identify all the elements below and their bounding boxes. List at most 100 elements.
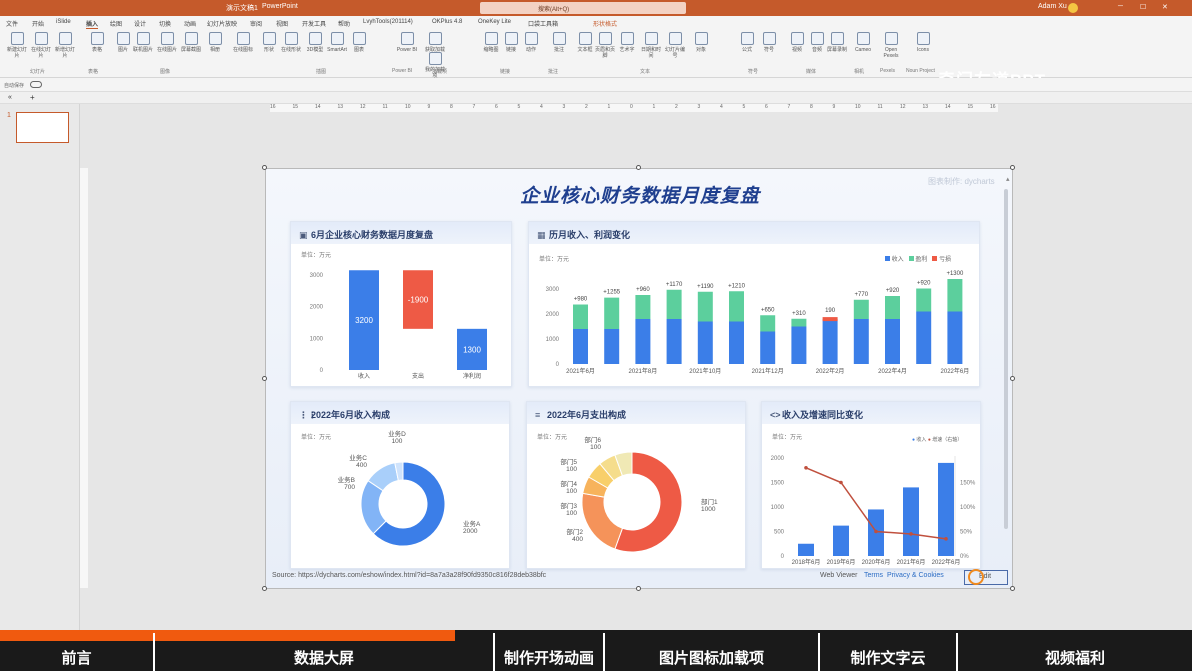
menu-item[interactable]: 审阅: [250, 19, 262, 28]
terms-link[interactable]: Terms: [864, 572, 883, 579]
ribbon-button[interactable]: 相册: [204, 32, 226, 53]
ruler-tick: 5: [742, 104, 746, 110]
ribbon-button[interactable]: 页眉和页脚: [594, 32, 616, 59]
source-link[interactable]: Source: https://dycharts.com/eshow/index…: [272, 572, 546, 579]
maximize-icon[interactable]: ☐: [1140, 3, 1146, 11]
scrollbar[interactable]: [1004, 189, 1008, 529]
chapter-opening-animation[interactable]: 制作开场动画: [495, 647, 603, 668]
chapter-image-addins[interactable]: 图片图标加载项: [605, 647, 818, 668]
resize-handle[interactable]: [636, 165, 641, 170]
ribbon-button[interactable]: 艺术字: [616, 32, 638, 53]
ruler-tick: 4: [720, 104, 723, 110]
ribbon-button[interactable]: 缩略图: [480, 32, 502, 53]
resize-handle[interactable]: [262, 586, 267, 591]
ribbon-button[interactable]: 屏幕截图: [180, 32, 202, 53]
ribbon-button[interactable]: 3D模型: [304, 32, 326, 53]
ribbon-button[interactable]: 动作: [520, 32, 542, 53]
ribbon-button[interactable]: Cameo: [852, 32, 874, 53]
menu-item[interactable]: LvyhTools(201114): [363, 19, 413, 25]
menu-item[interactable]: 帮助: [338, 19, 350, 28]
ribbon-button[interactable]: 在线幻灯片: [30, 32, 52, 59]
close-icon[interactable]: ✕: [1162, 3, 1168, 11]
menu-item[interactable]: 绘图: [110, 19, 122, 28]
menu-item[interactable]: 视图: [276, 19, 288, 28]
ribbon-icon: [578, 32, 592, 45]
menu-item[interactable]: 设计: [134, 19, 146, 28]
ribbon-button[interactable]: 新建幻灯片: [6, 32, 28, 59]
ribbon-button[interactable]: 公式: [736, 32, 758, 53]
chapter-dashboard[interactable]: 数据大屏: [155, 647, 493, 668]
ribbon-button[interactable]: 图片: [112, 32, 134, 53]
ribbon-button[interactable]: SmartArt: [326, 32, 348, 53]
ribbon-button[interactable]: 在线形状: [280, 32, 302, 53]
ribbon-button[interactable]: 形状: [258, 32, 280, 53]
ruler-tick: 2: [675, 104, 678, 110]
slice-label: 业务B: [338, 475, 355, 484]
ribbon-button[interactable]: 在线图片: [156, 32, 178, 53]
quick-access-toolbar: 自动保存: [0, 78, 1192, 92]
ribbon-button[interactable]: 视频: [786, 32, 808, 53]
minimize-icon[interactable]: ─: [1118, 3, 1123, 10]
user-name[interactable]: Adam Xu: [1038, 3, 1067, 10]
menu-item[interactable]: 切换: [159, 19, 171, 28]
menu-item[interactable]: 文件: [6, 19, 18, 28]
menu-item[interactable]: 开发工具: [302, 19, 326, 28]
menu-item[interactable]: iSlide: [56, 19, 71, 25]
ribbon-button[interactable]: Power BI: [396, 32, 418, 53]
ribbon-button[interactable]: 幻灯片编号: [664, 32, 686, 59]
ribbon-button[interactable]: Icons: [912, 32, 934, 53]
slide-thumbnail[interactable]: [16, 112, 69, 143]
ribbon-button[interactable]: 符号: [758, 32, 780, 53]
ribbon-button[interactable]: 批注: [548, 32, 570, 53]
ribbon-button[interactable]: 链接: [500, 32, 522, 53]
ribbon-button[interactable]: 屏幕录制: [826, 32, 848, 53]
menu-item[interactable]: 动画: [184, 19, 196, 28]
resize-handle[interactable]: [1010, 165, 1015, 170]
ribbon-group-label: 表格: [88, 69, 99, 75]
scroll-up-icon[interactable]: ▴: [1006, 175, 1010, 183]
ribbon-button[interactable]: 表格: [86, 32, 108, 53]
ribbon-button-label: 文本框: [577, 47, 593, 53]
menu-item[interactable]: 开始: [32, 19, 44, 28]
menu-item[interactable]: 形状格式: [593, 19, 617, 28]
ruler-tick: 15: [967, 104, 974, 110]
slide-canvas[interactable]: 企业核心财务数据月度复盘 图表制作: dycharts ▣ 6月企业核心财务数据月…: [265, 168, 1013, 589]
avatar-icon[interactable]: [1068, 3, 1078, 13]
resize-handle[interactable]: [1010, 586, 1015, 591]
menu-item[interactable]: OneKey Lite: [478, 19, 511, 25]
ribbon-icon: [740, 32, 754, 45]
chapter-word-cloud[interactable]: 制作文字云: [820, 647, 956, 668]
resize-handle[interactable]: [262, 165, 267, 170]
resize-handle[interactable]: [1010, 376, 1015, 381]
ribbon-button[interactable]: 新增幻灯片: [54, 32, 76, 59]
ruler-tick: 11: [382, 104, 388, 110]
ribbon-button[interactable]: Open Pexels: [880, 32, 902, 59]
menu-item[interactable]: 幻灯片放映: [207, 19, 237, 28]
ribbon-icon: [524, 32, 538, 45]
ribbon-button-label: 表格: [91, 47, 102, 53]
ribbon-button[interactable]: 文本框: [574, 32, 596, 53]
ribbon-button[interactable]: 对象: [690, 32, 712, 53]
autosave-toggle[interactable]: [30, 81, 42, 88]
menu-item[interactable]: 口袋工具箱: [528, 19, 558, 28]
chapter-intro[interactable]: 前言: [0, 647, 153, 668]
ribbon-button[interactable]: 音频: [806, 32, 828, 53]
database-icon: ≡: [535, 410, 541, 420]
resize-handle[interactable]: [262, 376, 267, 381]
menu-item[interactable]: 插入: [86, 19, 99, 29]
ribbon-button[interactable]: 日期和时间: [640, 32, 662, 59]
ribbon-button[interactable]: 图表: [348, 32, 370, 53]
resize-handle[interactable]: [636, 586, 641, 591]
privacy-link[interactable]: Privacy & Cookies: [887, 572, 944, 579]
collapse-icon[interactable]: «: [8, 94, 12, 101]
ribbon-button[interactable]: 联机图片: [132, 32, 154, 53]
add-tab-icon[interactable]: +: [30, 93, 35, 102]
search-box[interactable]: 搜索(Alt+Q): [480, 2, 686, 14]
panel-header: ▣ 6月企业核心财务数据月度复盘: [291, 222, 511, 244]
ribbon-button[interactable]: 在线图标: [232, 32, 254, 53]
data-label: +1210: [728, 283, 746, 289]
menu-item[interactable]: OKPlus 4.8: [432, 19, 462, 25]
ribbon-icon: [90, 32, 104, 45]
ribbon-button-label: 图表: [353, 47, 364, 53]
chapter-bonus[interactable]: 视频福利: [958, 647, 1192, 668]
